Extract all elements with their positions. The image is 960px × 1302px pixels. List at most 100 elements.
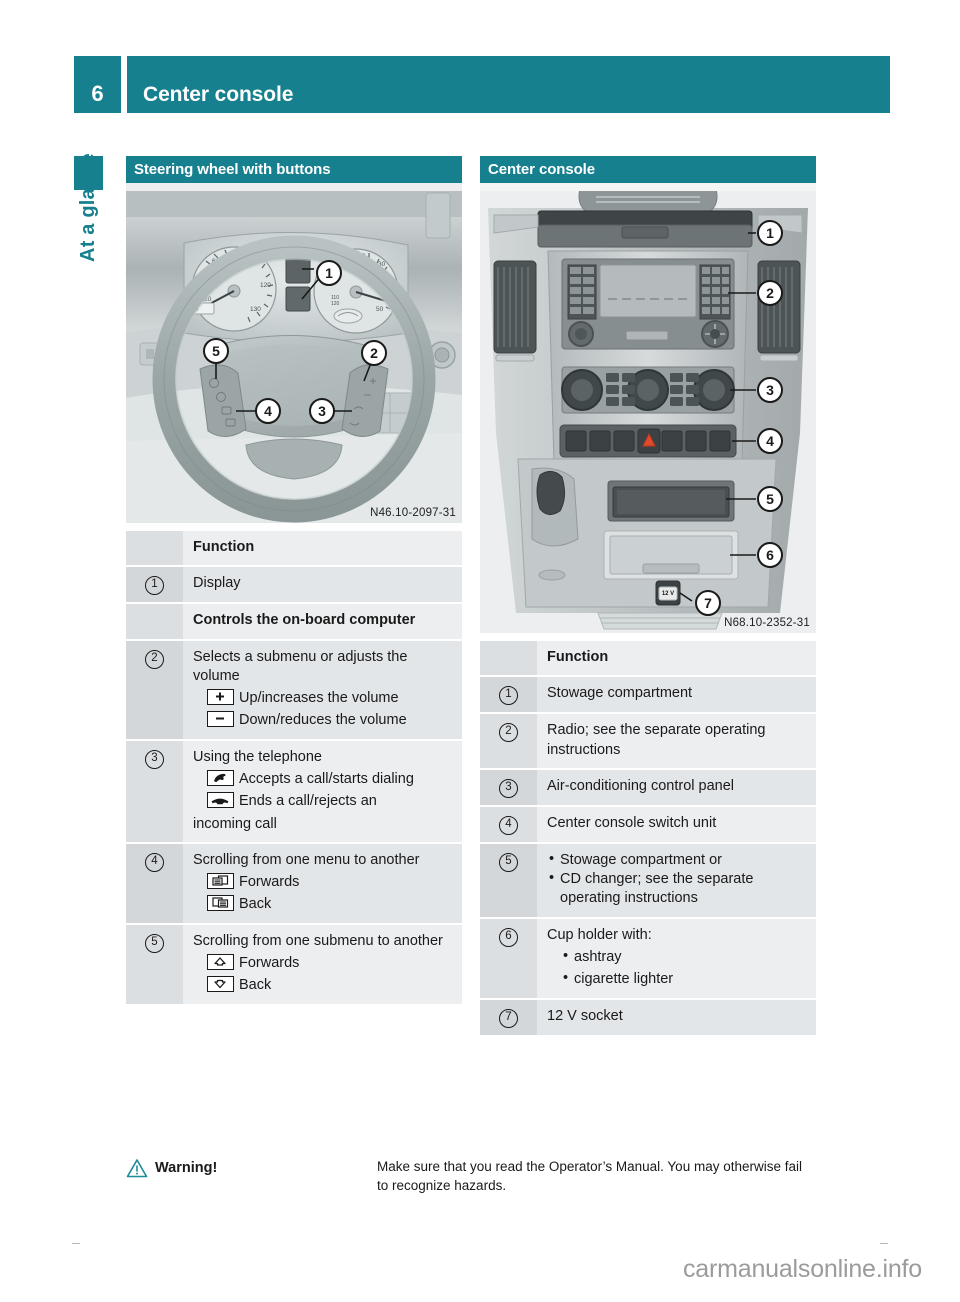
table-row: 2 Selects a submenu or adjusts the volum… (126, 639, 462, 741)
callout-number: 1 (145, 576, 164, 596)
steering-wheel-illustration: 2040 6080 100120 130 km 1020 3040 (126, 183, 462, 523)
minus-key-icon (207, 711, 234, 728)
left-column: Steering wheel with buttons 20 40 60 80 … (126, 156, 462, 1004)
figure-callout-3: 3 (309, 398, 335, 424)
warning-label: Warning! (155, 1160, 218, 1176)
section-heading-label: Steering wheel with buttons (134, 161, 331, 178)
table-row: 5 Stowage compartment or CD changer; see… (480, 842, 816, 919)
figure-callout-2: 2 (757, 280, 783, 306)
section-heading-label: Center console (488, 161, 595, 178)
warning-text: Make sure that you read the Operator’s M… (377, 1159, 802, 1193)
function-column-header: Function (183, 531, 462, 568)
figure-callout-6: 6 (757, 542, 783, 568)
row-number-cell: 3 (480, 768, 537, 807)
center-console-illustration: 12 V 1 2 3 4 5 6 7 (480, 183, 816, 633)
pages-back-key-icon (207, 895, 234, 912)
table-row-header: Function (126, 531, 462, 568)
sub-line: Ends a call/rejects an (193, 792, 452, 811)
callout-number: 4 (499, 815, 518, 835)
figure-callout-1: 1 (757, 220, 783, 246)
chapter-label: At a glance (74, 153, 103, 376)
table-row: 4 Scrolling from one menu to another For… (126, 842, 462, 925)
crop-mark-left (72, 1243, 80, 1244)
row-text: Selects a submenu or adjusts the volume (193, 648, 408, 684)
right-column: Center console 12 V 1 2 3 4 5 6 7 N68.10… (480, 156, 816, 1035)
bullet-item: cigarette lighter (561, 969, 806, 989)
sub-line-text: Back (239, 977, 272, 994)
table-row: 1 Display (126, 566, 462, 605)
row-number-cell: 2 (480, 713, 537, 770)
section-heading-steering-wheel: Steering wheel with buttons (126, 156, 462, 183)
figure-callout-3: 3 (757, 377, 783, 403)
table-row-subheader: Controls the on-board computer (126, 603, 462, 641)
svg-text:1: 1 (325, 265, 333, 281)
steering-wheel-figure: 2040 6080 100120 130 km 1020 3040 (126, 183, 462, 523)
arrow-up-key-icon (207, 953, 234, 970)
row-text-cell: Scrolling from one submenu to another Fo… (183, 923, 462, 1004)
steering-wheel-figure-caption: N46.10-2097-31 (370, 507, 456, 519)
sub-line: Back (193, 895, 452, 914)
plus-key-icon (207, 689, 234, 706)
svg-text:4: 4 (264, 403, 272, 419)
row-number-cell: 5 (126, 923, 183, 1004)
svg-text:12 V: 12 V (662, 591, 674, 597)
row-text: Scrolling from one submenu to another (193, 932, 443, 949)
row-text-cell: Scrolling from one menu to another Forwa… (183, 842, 462, 925)
table-row: 7 12 V socket (480, 998, 816, 1035)
table-row-header: Function (480, 641, 816, 678)
row-number-cell: 7 (480, 998, 537, 1035)
callout-number: 1 (499, 686, 518, 706)
svg-text:5: 5 (212, 343, 220, 359)
bullet-item: CD changer; see the separate operating i… (547, 869, 806, 909)
sub-line: Back (193, 976, 452, 995)
callout-number: 6 (499, 927, 518, 947)
svg-text:5: 5 (766, 491, 774, 507)
sub-line-text: Forwards (239, 954, 300, 971)
table-row: 1 Stowage compartment (480, 676, 816, 715)
svg-text:130: 130 (250, 306, 261, 313)
row-text-cell: Center console switch unit (537, 805, 816, 844)
svg-text:3: 3 (318, 403, 326, 419)
figure-callout-2: 2 (361, 340, 387, 366)
warning-label-group: Warning! (126, 1158, 217, 1178)
svg-text:2: 2 (370, 345, 378, 361)
site-watermark: carmanualsonline.info (682, 1255, 922, 1283)
svg-text:50: 50 (376, 306, 384, 313)
bullet-item: Stowage compartment or (547, 850, 806, 870)
section-heading-center-console: Center console (480, 156, 816, 183)
table-row: 2 Radio; see the separate operating inst… (480, 713, 816, 770)
row-text-cell: Air-conditioning control panel (537, 768, 816, 807)
page-number: 6 (91, 81, 104, 106)
callout-number: 2 (499, 723, 518, 743)
svg-text:1: 1 (766, 225, 774, 241)
row-number-cell: 6 (480, 917, 537, 1000)
svg-text:3: 3 (766, 382, 774, 398)
table-row: 6 Cup holder with: ashtray cigarette lig… (480, 917, 816, 1000)
table-row: 4 Center console switch unit (480, 805, 816, 844)
row-number-cell: 3 (126, 739, 183, 844)
center-console-figure-caption: N68.10-2352-31 (724, 617, 810, 629)
row-text: Using the telephone (193, 748, 322, 765)
row-number-cell (126, 531, 183, 568)
callout-number: 5 (145, 933, 164, 953)
figure-callout-1: 1 (316, 260, 342, 286)
sub-line-text: Forwards (239, 874, 300, 891)
svg-text:4: 4 (766, 433, 774, 449)
phone-accept-key-icon (207, 769, 234, 786)
bullet-item: ashtray (561, 947, 806, 967)
function-column-header: Function (537, 641, 816, 678)
row-number-cell: 4 (126, 842, 183, 925)
figure-callout-4: 4 (757, 428, 783, 454)
page-title: Center console (143, 83, 294, 106)
sub-line-text: Accepts a call/starts dialing (239, 770, 414, 787)
row-subheading: Controls the on-board computer (183, 603, 462, 641)
row-number-cell: 4 (480, 805, 537, 844)
row-text-cell: Radio; see the separate operating instru… (537, 713, 816, 770)
center-console-figure: 12 V 1 2 3 4 5 6 7 N68.10-2352-31 (480, 183, 816, 633)
sub-line-text: Ends a call/rejects an (239, 793, 377, 810)
row-text-cell: Selects a submenu or adjusts the volume … (183, 639, 462, 741)
sub-line: Down/reduces the volume (193, 711, 452, 730)
callout-number: 5 (499, 852, 518, 872)
sub-line: Forwards (193, 953, 452, 973)
table-row: 3 Using the telephone Accepts a call/sta… (126, 739, 462, 844)
